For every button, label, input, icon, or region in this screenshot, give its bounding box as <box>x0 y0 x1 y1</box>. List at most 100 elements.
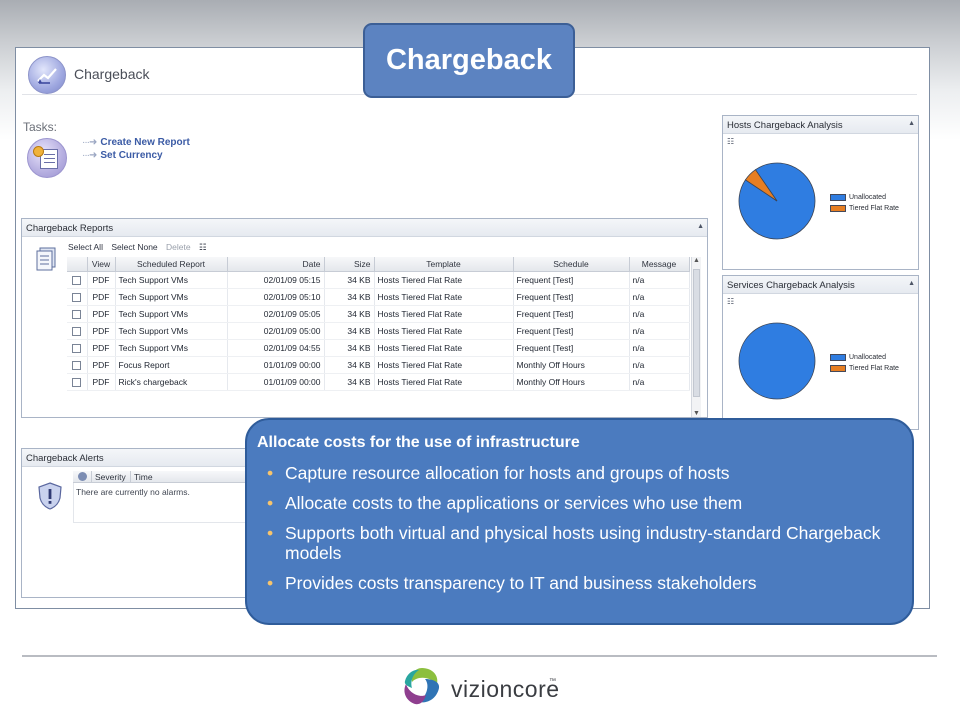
panel-title: Hosts Chargeback Analysis ▲ <box>723 116 918 134</box>
column-header[interactable]: Scheduled Report <box>115 257 228 272</box>
select-none-button[interactable]: Select None <box>111 242 157 252</box>
row-checkbox[interactable] <box>72 377 82 387</box>
row-checkbox[interactable] <box>72 326 82 336</box>
table-row[interactable]: PDF Tech Support VMs 02/01/09 05:00 34 KB Ho… <box>67 322 690 340</box>
select-all-button[interactable]: Select All <box>68 242 103 252</box>
table-cell: 01/01/09 00:00 <box>227 373 325 391</box>
row-checkbox[interactable] <box>72 309 82 319</box>
column-chooser-icon[interactable]: ☷ <box>199 242 207 252</box>
row-checkbox[interactable] <box>72 275 82 285</box>
table-cell: Hosts Tiered Flat Rate <box>374 305 514 323</box>
delete-button[interactable]: Delete <box>166 242 191 252</box>
view-pdf-link[interactable]: PDF <box>87 322 116 340</box>
hosts-pie-chart <box>738 162 816 240</box>
table-cell: n/a <box>629 271 690 289</box>
table-cell: Monthly Off Hours <box>513 373 630 391</box>
column-header[interactable]: Date <box>227 257 325 272</box>
view-pdf-link[interactable]: PDF <box>87 271 116 289</box>
row-checkbox[interactable] <box>72 292 82 302</box>
view-pdf-link[interactable]: PDF <box>87 339 116 357</box>
create-new-report-link[interactable]: ···➜ Create New Report <box>82 137 190 148</box>
table-row[interactable]: PDF Rick's chargeback 01/01/09 00:00 34 KB H… <box>67 373 690 391</box>
table-cell: 02/01/09 05:00 <box>227 322 325 340</box>
table-row[interactable]: PDF Focus Report 01/01/09 00:00 34 KB Hosts … <box>67 356 690 374</box>
table-cell: Hosts Tiered Flat Rate <box>374 288 514 306</box>
collapse-icon[interactable]: ▲ <box>697 223 704 230</box>
chart-options-icon[interactable]: ☷ <box>727 137 734 146</box>
collapse-icon[interactable]: ▲ <box>908 120 915 127</box>
chart-options-icon[interactable]: ☷ <box>727 297 734 306</box>
reports-table: View Scheduled Report Date Size Template… <box>67 257 690 391</box>
alert-shield-icon <box>38 482 62 510</box>
column-header[interactable]: View <box>87 257 116 272</box>
panel-title: Chargeback Reports ▲ <box>22 219 707 237</box>
view-pdf-link[interactable]: PDF <box>87 373 116 391</box>
table-header-row: View Scheduled Report Date Size Template… <box>67 257 690 272</box>
table-cell: Tech Support VMs <box>115 271 228 289</box>
table-cell: 02/01/09 04:55 <box>227 339 325 357</box>
severity-column-header[interactable]: Severity <box>95 472 126 482</box>
column-header[interactable]: Size <box>324 257 375 272</box>
legend-item: Unallocated <box>830 352 899 363</box>
table-cell: Tech Support VMs <box>115 339 228 357</box>
reports-scrollbar[interactable]: ▲ ▼ <box>691 257 701 417</box>
table-row[interactable]: PDF Tech Support VMs 02/01/09 05:15 34 KB Ho… <box>67 271 690 289</box>
chargeback-reports-panel: Chargeback Reports ▲ Select All Select N… <box>21 218 708 418</box>
row-checkbox[interactable] <box>72 360 82 370</box>
table-cell: Frequent [Test] <box>513 271 630 289</box>
table-cell: 34 KB <box>324 356 375 374</box>
column-header[interactable]: Template <box>374 257 514 272</box>
table-cell: n/a <box>629 339 690 357</box>
view-pdf-link[interactable]: PDF <box>87 356 116 374</box>
reports-icon <box>36 247 56 271</box>
vizioncore-logo-icon <box>404 668 440 705</box>
time-column-header[interactable]: Time <box>134 472 153 482</box>
table-cell: 01/01/09 00:00 <box>227 356 325 374</box>
footer-divider <box>22 655 937 657</box>
column-header[interactable]: Schedule <box>513 257 630 272</box>
feature-bullet-list: Capture resource allocation for hosts an… <box>267 463 885 603</box>
legend-item: Tiered Flat Rate <box>830 203 899 214</box>
table-cell: 02/01/09 05:10 <box>227 288 325 306</box>
legend-item: Unallocated <box>830 192 899 203</box>
set-currency-link[interactable]: ···➜ Set Currency <box>82 150 163 161</box>
table-cell: n/a <box>629 322 690 340</box>
arrow-icon: ···➜ <box>82 137 97 148</box>
view-pdf-link[interactable]: PDF <box>87 305 116 323</box>
app-header-title: Chargeback <box>74 66 150 82</box>
table-cell: Hosts Tiered Flat Rate <box>374 339 514 357</box>
table-cell: 34 KB <box>324 271 375 289</box>
table-cell: Rick's chargeback <box>115 373 228 391</box>
table-row[interactable]: PDF Tech Support VMs 02/01/09 05:05 34 KB Ho… <box>67 305 690 323</box>
table-cell: Frequent [Test] <box>513 322 630 340</box>
table-cell: Hosts Tiered Flat Rate <box>374 356 514 374</box>
scroll-thumb[interactable] <box>693 269 700 397</box>
table-row[interactable]: PDF Tech Support VMs 02/01/09 04:55 34 KB Ho… <box>67 339 690 357</box>
column-header[interactable]: Message <box>629 257 690 272</box>
row-checkbox-cell <box>67 322 88 340</box>
table-cell: 02/01/09 05:15 <box>227 271 325 289</box>
services-pie-chart <box>738 322 816 400</box>
table-cell: n/a <box>629 356 690 374</box>
gear-icon[interactable] <box>78 472 87 481</box>
legend-swatch <box>830 365 846 372</box>
callout-heading: Allocate costs for the use of infrastruc… <box>257 434 580 451</box>
table-cell: n/a <box>629 373 690 391</box>
reports-toolbar: Select All Select None Delete ☷ <box>68 242 696 256</box>
row-checkbox-cell <box>67 356 88 374</box>
table-cell: Focus Report <box>115 356 228 374</box>
select-column-header <box>67 257 88 272</box>
vizioncore-wordmark: vizioncore <box>451 676 560 702</box>
row-checkbox-cell <box>67 373 88 391</box>
scroll-down-icon[interactable]: ▼ <box>693 410 700 417</box>
services-chargeback-analysis-panel: Services Chargeback Analysis ▲ ☷ Unalloc… <box>722 275 919 430</box>
legend-item: Tiered Flat Rate <box>830 363 899 374</box>
scroll-up-icon[interactable]: ▲ <box>693 257 700 264</box>
view-pdf-link[interactable]: PDF <box>87 288 116 306</box>
table-cell: Frequent [Test] <box>513 339 630 357</box>
table-cell: 34 KB <box>324 373 375 391</box>
table-row[interactable]: PDF Tech Support VMs 02/01/09 05:10 34 KB Ho… <box>67 288 690 306</box>
row-checkbox[interactable] <box>72 343 82 353</box>
collapse-icon[interactable]: ▲ <box>908 280 915 287</box>
table-cell: n/a <box>629 288 690 306</box>
